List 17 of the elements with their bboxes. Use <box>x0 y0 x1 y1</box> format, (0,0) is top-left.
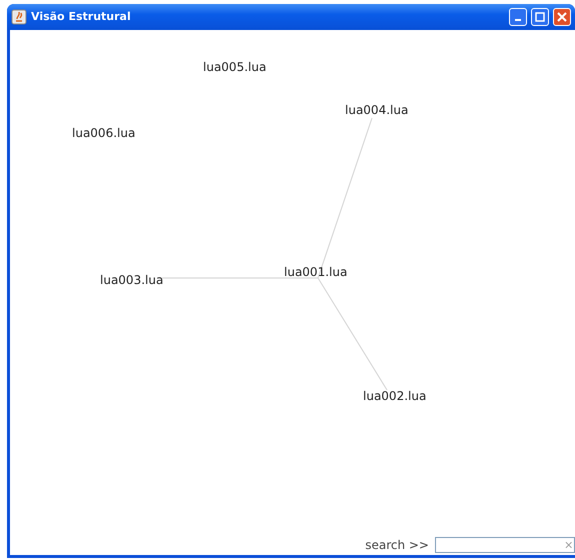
node-label[interactable]: lua001.lua <box>284 265 348 279</box>
node-label[interactable]: lua006.lua <box>72 126 136 140</box>
node-label[interactable]: lua003.lua <box>100 273 164 287</box>
window-title: Visão Estrutural <box>31 8 131 25</box>
maximize-icon <box>535 12 545 22</box>
app-icon <box>11 9 27 25</box>
minimize-icon <box>515 19 521 21</box>
close-icon <box>557 12 567 22</box>
node-label[interactable]: lua005.lua <box>203 60 266 74</box>
search-field[interactable] <box>435 537 575 553</box>
close-button[interactable] <box>553 8 571 26</box>
clear-icon[interactable] <box>564 541 572 549</box>
maximize-button[interactable] <box>531 8 549 26</box>
search-label: search >> <box>365 537 429 554</box>
node-label[interactable]: lua004.lua <box>345 103 408 117</box>
node-label[interactable]: lua002.lua <box>363 389 426 403</box>
minimize-button[interactable] <box>509 8 527 26</box>
